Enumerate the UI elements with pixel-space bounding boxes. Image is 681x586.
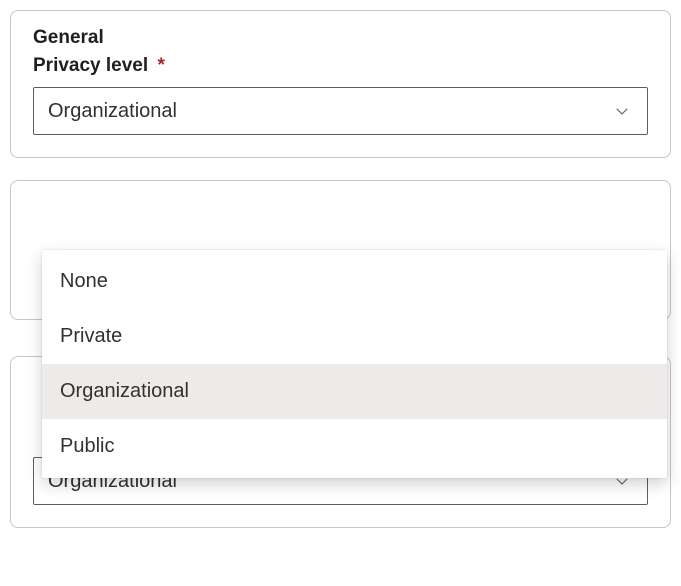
card-title: General [33,27,648,49]
hidden-card-title [33,197,648,207]
select-value: Organizational [48,100,177,123]
privacy-level-label: Privacy level * [33,55,648,77]
dropdown-option-organizational[interactable]: Organizational [42,364,667,419]
field-label-text: Privacy level [33,55,148,76]
privacy-level-dropdown[interactable]: NonePrivateOrganizationalPublic [42,250,667,478]
chevron-down-icon [613,102,631,120]
dropdown-option-public[interactable]: Public [42,419,667,474]
general-card: General Privacy level * Organizational [10,10,671,158]
dropdown-option-none[interactable]: None [42,254,667,309]
dropdown-option-private[interactable]: Private [42,309,667,364]
required-asterisk: * [157,55,164,76]
privacy-level-select[interactable]: Organizational [33,87,648,135]
